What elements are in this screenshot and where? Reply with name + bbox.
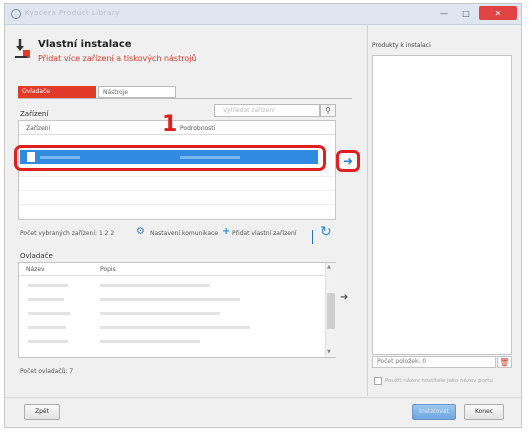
driver-count: Počet ovladačů: 7 (20, 368, 74, 375)
add-driver-arrow-icon[interactable]: ➜ (340, 292, 348, 303)
row-divider (19, 204, 335, 205)
scroll-down-icon[interactable]: ▼ (327, 349, 331, 355)
add-custom-device-link[interactable]: Přidat vlastní zařízení (232, 230, 296, 237)
maximize-icon[interactable]: □ (455, 6, 477, 20)
devices-col-device: Zařízení (26, 125, 51, 132)
drivers-section-label: Ovladače (20, 252, 53, 260)
device-search-input[interactable]: Vyhledat zařízení (214, 104, 320, 117)
scroll-up-icon[interactable]: ▲ (327, 264, 331, 270)
selection-count: Počet vybraných zařízení: 1 2 2 (20, 230, 115, 237)
toolbar-separator (312, 230, 313, 244)
products-title: Produkty k instalaci (372, 42, 431, 49)
comm-settings-link[interactable]: Nastavení komunikace (150, 230, 218, 237)
network-settings-icon[interactable]: ⚙ (136, 226, 145, 237)
hostname-port-label: Použít název hostitele jako název portu (385, 378, 493, 384)
tab-utilities[interactable]: Nástroje (98, 86, 176, 98)
drivers-scrollbar[interactable]: ▲ ▼ (325, 263, 336, 357)
drivers-col-description: Popis (100, 266, 116, 273)
title-bar: Kyocera Product Library — □ ✕ (5, 4, 521, 25)
driver-row-text (100, 326, 250, 329)
hostname-port-checkbox[interactable] (374, 377, 382, 385)
search-icon[interactable]: ⚲ (320, 104, 336, 117)
app-icon (11, 9, 21, 19)
pane-divider (367, 24, 368, 396)
footer-divider (5, 397, 521, 398)
row-divider (19, 190, 335, 191)
product-count: Počet položek: 0 (372, 356, 496, 368)
add-device-button[interactable]: ➜ (336, 150, 360, 172)
tab-drivers[interactable]: Ovladače (18, 86, 96, 98)
end-button[interactable]: Konec (464, 404, 504, 420)
step-1-highlight (14, 145, 326, 171)
page-subtitle: Přidat více zařízení a tiskových nástroj… (38, 54, 197, 63)
minimize-icon[interactable]: — (433, 6, 455, 20)
driver-row-text (100, 312, 220, 315)
drivers-header-divider (19, 275, 325, 276)
window-title: Kyocera Product Library (25, 9, 120, 17)
refresh-icon[interactable]: ↻ (320, 224, 332, 240)
row-divider (19, 176, 335, 177)
trash-icon[interactable]: 🗑 (497, 356, 512, 368)
driver-row-text (100, 298, 240, 301)
devices-section-label: Zařízení (20, 110, 49, 118)
driver-row-text (100, 284, 210, 287)
close-icon[interactable]: ✕ (479, 6, 517, 20)
back-button[interactable]: Zpět (24, 404, 60, 420)
download-install-icon (15, 39, 30, 58)
tab-divider (18, 98, 352, 99)
driver-row-text (28, 340, 68, 343)
page-title: Vlastní instalace (38, 39, 132, 50)
driver-row-text (28, 298, 64, 301)
drivers-table (18, 262, 336, 358)
drivers-col-name: Název (26, 266, 45, 273)
step-1-label: 1 (162, 112, 178, 137)
install-button[interactable]: Instalovat (412, 404, 456, 420)
arrow-right-icon: ➜ (342, 154, 354, 168)
driver-row-text (28, 284, 68, 287)
scrollbar-thumb[interactable] (327, 293, 335, 329)
plus-icon[interactable]: + (222, 226, 230, 237)
products-list (372, 55, 512, 355)
driver-row-text (28, 312, 70, 315)
devices-col-details: Podrobnosti (180, 125, 216, 132)
driver-row-text (28, 326, 66, 329)
driver-row-text (100, 340, 200, 343)
